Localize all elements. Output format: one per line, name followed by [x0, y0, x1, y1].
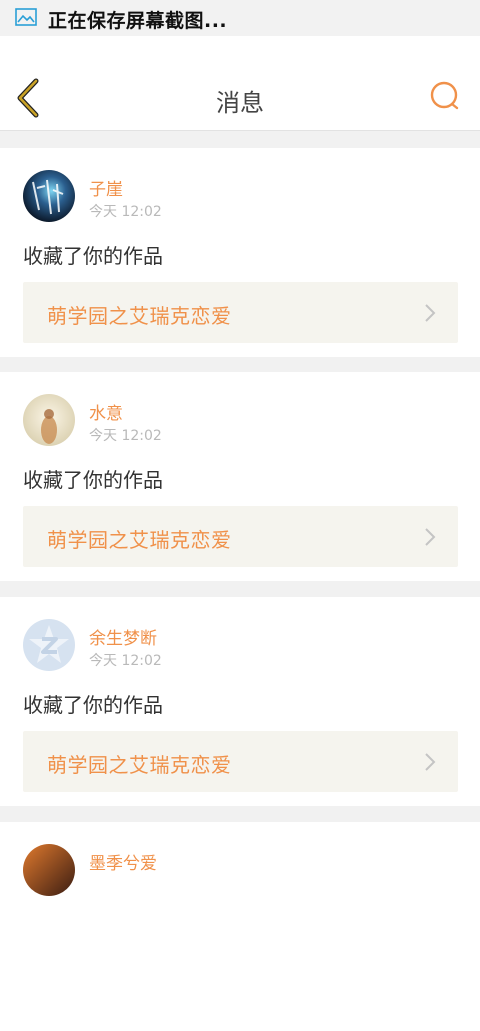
timestamp: 今天 12:02 [89, 204, 162, 220]
action-text: 收藏了你的作品 [23, 468, 163, 492]
status-text: 正在保存屏幕截图... [48, 10, 228, 32]
work-link[interactable]: 萌学园之艾瑞克恋爱 [23, 282, 458, 343]
action-text: 收藏了你的作品 [23, 244, 163, 268]
avatar[interactable] [23, 394, 75, 446]
chevron-right-icon [425, 304, 436, 322]
work-title: 萌学园之艾瑞克恋爱 [47, 304, 232, 328]
work-title: 萌学园之艾瑞克恋爱 [47, 528, 232, 552]
message-card: 水意 今天 12:02 收藏了你的作品 萌学园之艾瑞克恋爱 [0, 372, 480, 581]
avatar-image [23, 844, 75, 896]
search-icon [430, 81, 459, 110]
message-card: 子崖 今天 12:02 收藏了你的作品 萌学园之艾瑞克恋爱 [0, 148, 480, 357]
avatar-image [23, 394, 75, 446]
page-title: 消息 [216, 89, 264, 117]
username[interactable]: 水意 [89, 399, 123, 424]
username[interactable]: 子崖 [89, 175, 123, 200]
message-card: 墨季兮爱 [0, 822, 480, 1031]
status-bar: 正在保存屏幕截图... [0, 0, 480, 36]
timestamp: 今天 12:02 [89, 653, 162, 669]
message-card: 余生梦断 今天 12:02 收藏了你的作品 萌学园之艾瑞克恋爱 [0, 597, 480, 806]
default-avatar-icon [23, 619, 75, 671]
avatar[interactable] [23, 170, 75, 222]
chevron-right-icon [425, 753, 436, 771]
work-link[interactable]: 萌学园之艾瑞克恋爱 [23, 506, 458, 567]
nav-bar: 消息 [0, 36, 480, 131]
work-title: 萌学园之艾瑞克恋爱 [47, 753, 232, 777]
action-text: 收藏了你的作品 [23, 693, 163, 717]
search-button[interactable] [428, 79, 462, 113]
chevron-right-icon [425, 528, 436, 546]
gallery-icon [15, 8, 37, 26]
timestamp: 今天 12:02 [89, 428, 162, 444]
username[interactable]: 墨季兮爱 [89, 849, 157, 874]
avatar[interactable] [23, 619, 75, 671]
avatar[interactable] [23, 844, 75, 896]
username[interactable]: 余生梦断 [89, 624, 157, 649]
avatar-image [23, 170, 75, 222]
work-link[interactable]: 萌学园之艾瑞克恋爱 [23, 731, 458, 792]
